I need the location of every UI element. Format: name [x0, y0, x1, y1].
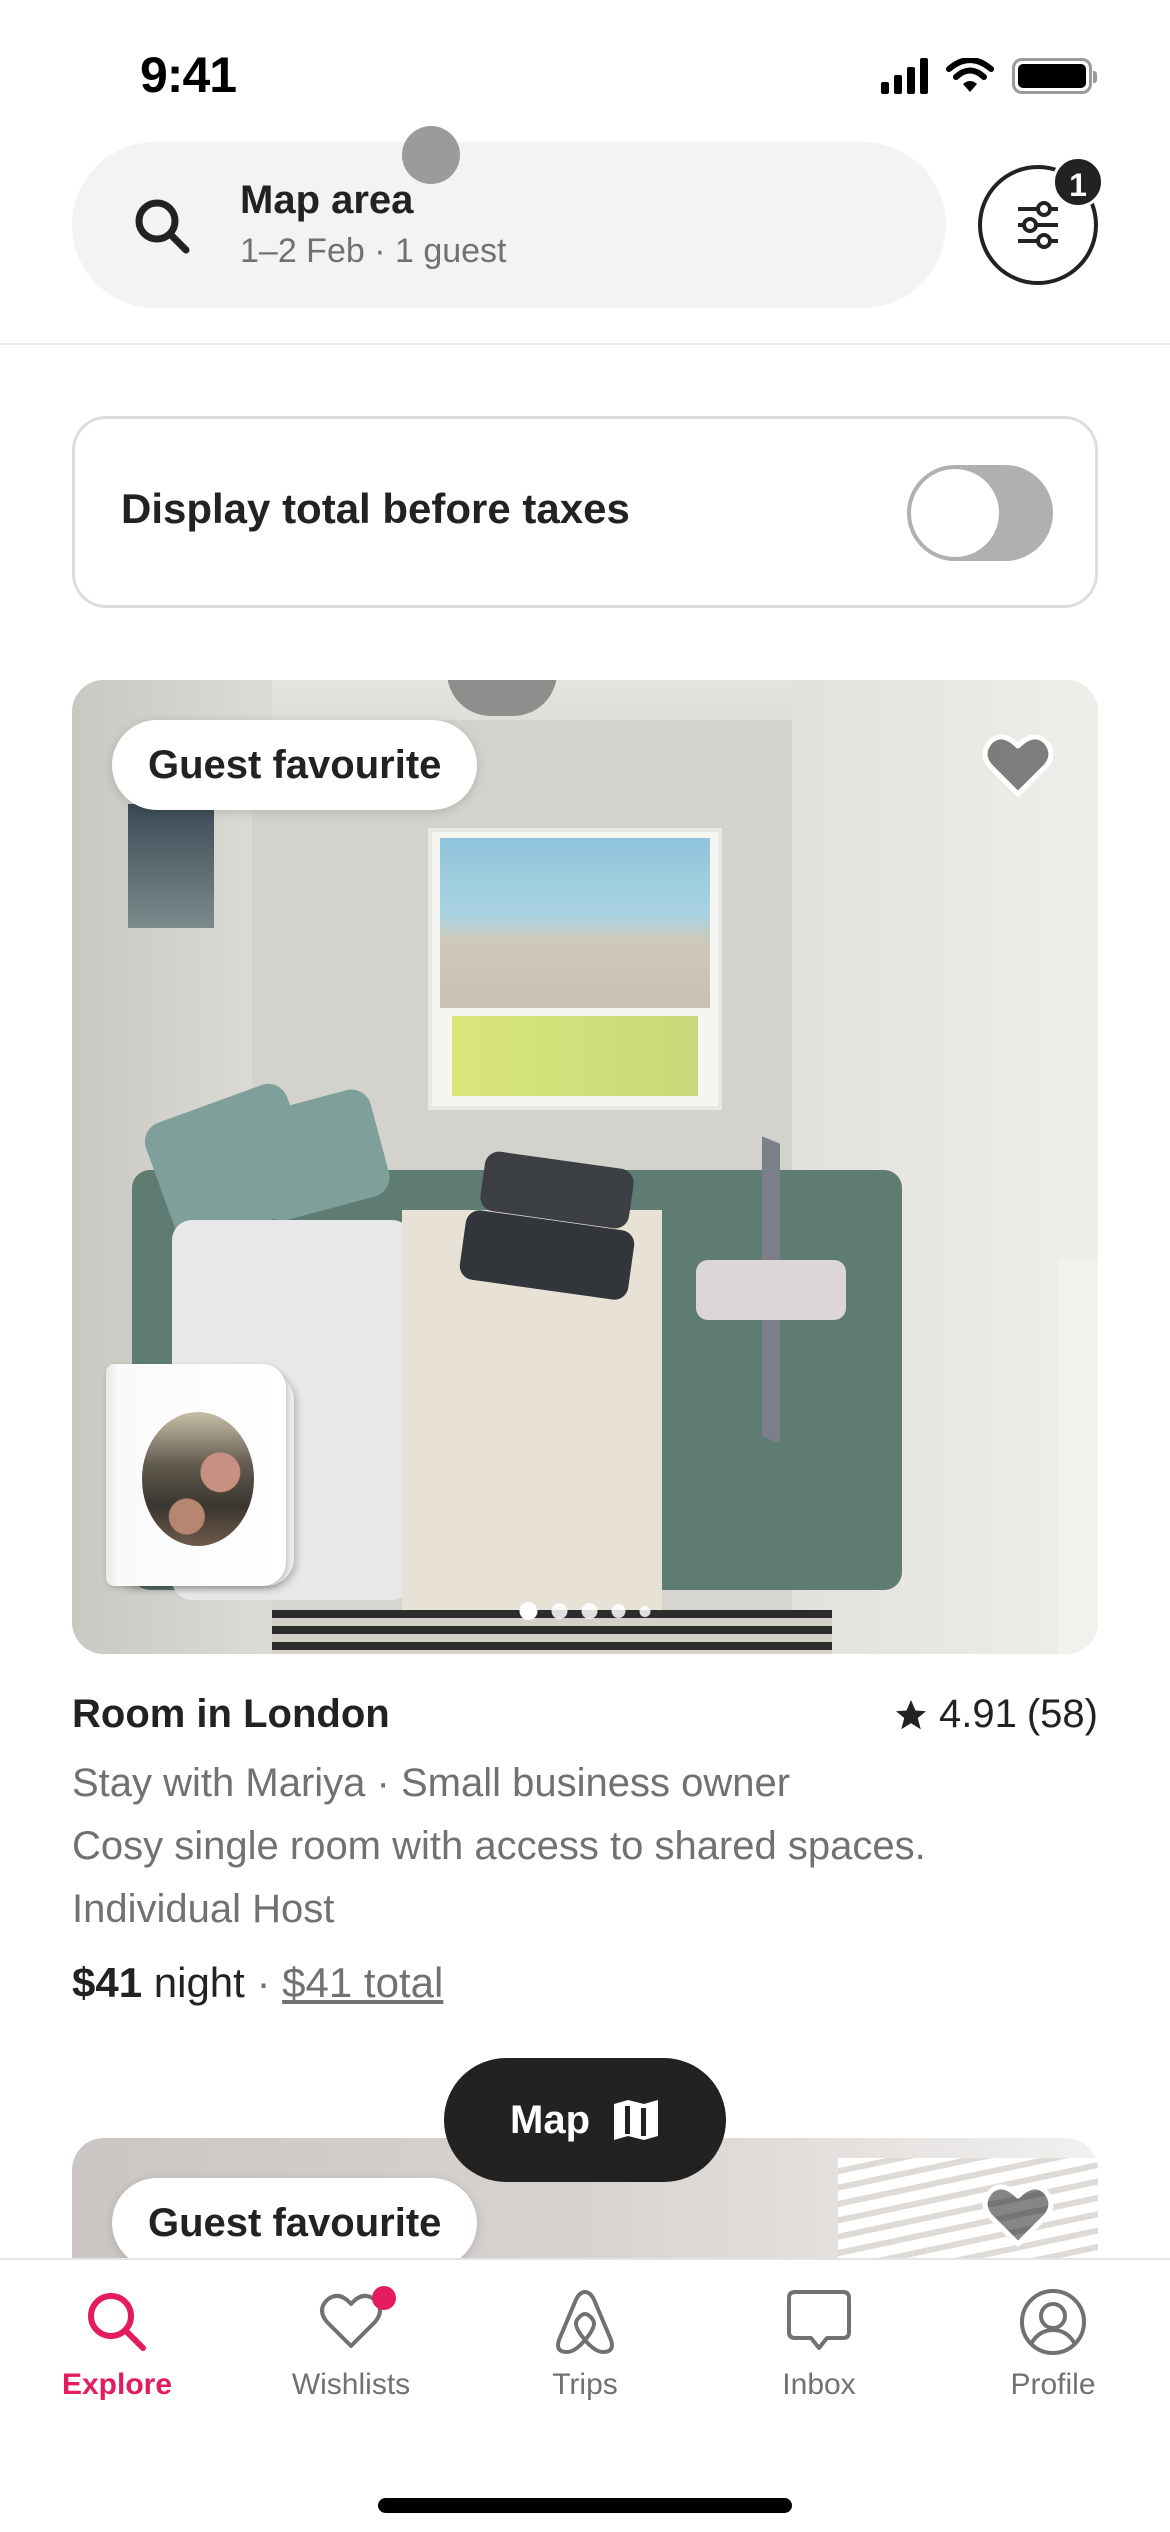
search-location: Map area	[240, 178, 414, 222]
listing-description: Cosy single room with access to shared s…	[72, 1824, 926, 1868]
search-icon	[88, 2293, 146, 2351]
star-icon	[896, 1699, 926, 1729]
total-price-toggle[interactable]	[907, 465, 1053, 561]
tab-label: Explore	[61, 2368, 173, 2401]
tab-label: Inbox	[782, 2368, 856, 2401]
status-time: 9:41	[140, 47, 237, 103]
host-line: Stay with Mariya · Small business owner	[72, 1761, 791, 1805]
tab-label: Trips	[552, 2368, 618, 2401]
sliders-icon	[1018, 201, 1058, 249]
rating-value: 4.91	[939, 1692, 1017, 1736]
filter-count-badge: 1	[1052, 156, 1104, 208]
battery-icon	[1012, 58, 1097, 94]
pagination-dot-active	[519, 1602, 538, 1620]
host-type: Individual Host	[72, 1887, 335, 1931]
heart-icon[interactable]	[982, 732, 1054, 800]
price-night-suffix: night	[153, 1959, 245, 2006]
pagination-dot	[611, 1604, 626, 1618]
pagination-dot	[639, 1605, 651, 1617]
search-bar[interactable]: Map area 1–2 Feb · 1 guest	[72, 126, 946, 308]
listing-card[interactable]: Guest favourite Room in London 4.91 (58)…	[72, 680, 1098, 2007]
wifi-icon	[946, 58, 994, 92]
touch-indicator	[402, 126, 460, 184]
tab-profile[interactable]: Profile	[970, 2260, 1136, 2402]
price-total-link[interactable]: $41 total	[282, 1959, 443, 2006]
host-avatar	[142, 1412, 254, 1546]
listing-price: $41 night · $41 total	[72, 1959, 1098, 2007]
home-indicator[interactable]	[378, 2498, 792, 2513]
search-icon	[135, 199, 190, 254]
price-display-card: Display total before taxes	[72, 416, 1098, 608]
tab-trips[interactable]: Trips	[502, 2260, 668, 2402]
airbnb-logo-icon	[556, 2290, 614, 2354]
price-toggle-label: Display total before taxes	[121, 485, 630, 532]
review-count: (58)	[1026, 1692, 1098, 1736]
tab-explore[interactable]: Explore	[34, 2260, 200, 2402]
map-button-label: Map	[510, 2097, 590, 2142]
listing-rating: 4.91 (58)	[893, 1692, 1098, 1737]
pagination-dot	[551, 1603, 568, 1619]
tab-label: Wishlists	[291, 2368, 411, 2401]
search-header: Map area 1–2 Feb · 1 guest 1	[0, 126, 1170, 345]
message-icon	[787, 2290, 851, 2350]
price-separator: ·	[256, 1959, 271, 2006]
toggle-knob	[911, 469, 999, 557]
wishlist-notification-dot	[372, 2286, 396, 2310]
map-icon	[614, 2100, 658, 2140]
guest-favourite-badge: Guest favourite	[112, 2178, 478, 2258]
listing-photo[interactable]: Guest favourite	[72, 680, 1098, 1654]
status-bar: 9:41	[0, 0, 1170, 140]
tab-inbox[interactable]: Inbox	[736, 2260, 902, 2402]
status-icons	[881, 58, 1097, 94]
map-button[interactable]: Map	[444, 2058, 726, 2182]
heart-icon[interactable]	[982, 2182, 1054, 2250]
guest-favourite-badge: Guest favourite	[112, 720, 478, 810]
profile-icon	[1020, 2289, 1086, 2355]
bottom-tab-bar: Explore Wishlists Trips Inbox Profile	[0, 2258, 1170, 2532]
tab-label: Profile	[1010, 2368, 1096, 2401]
tab-wishlists[interactable]: Wishlists	[268, 2260, 434, 2402]
price-per-night: $41	[72, 1959, 143, 2006]
listing-title: Room in London	[72, 1692, 390, 1736]
search-dates-guests: 1–2 Feb · 1 guest	[240, 232, 507, 270]
host-profile-book[interactable]	[106, 1364, 302, 1594]
cellular-signal-icon	[881, 58, 928, 94]
photo-pagination[interactable]	[519, 1602, 651, 1620]
pagination-dot	[581, 1603, 598, 1619]
